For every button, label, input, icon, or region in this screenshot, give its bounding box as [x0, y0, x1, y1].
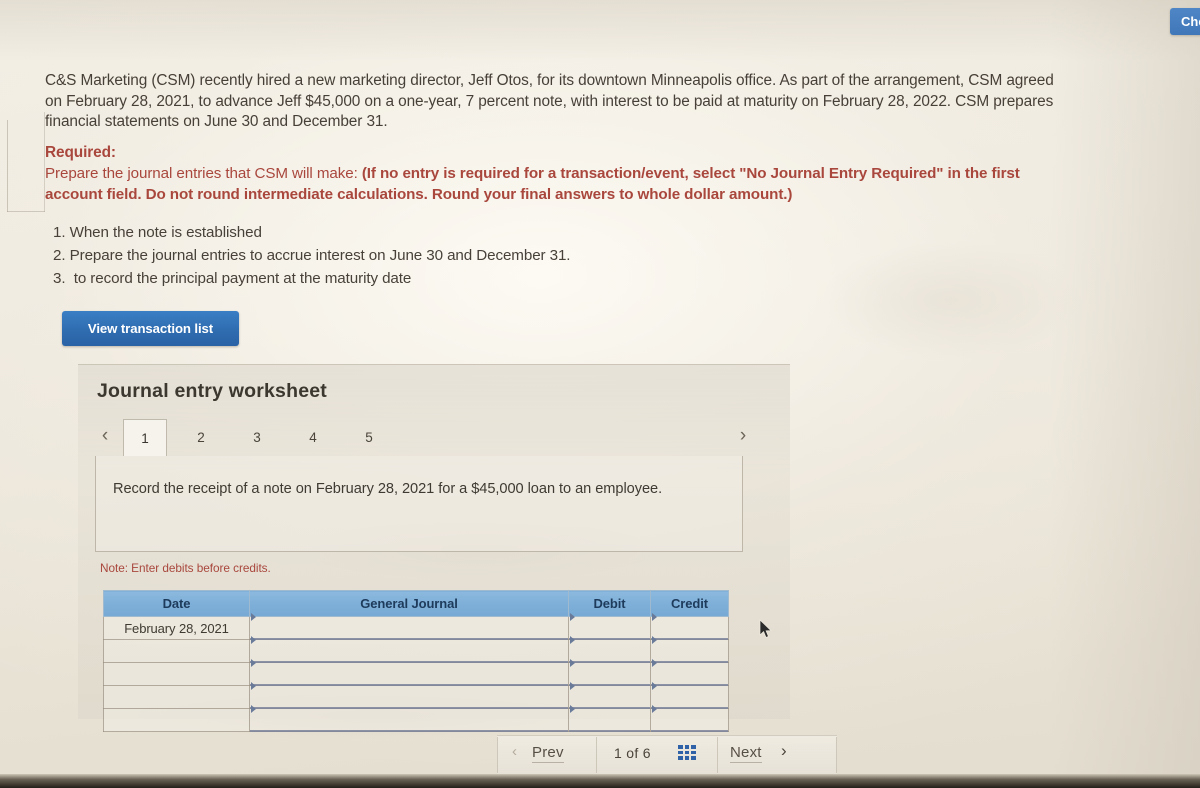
debit-cell[interactable]: [568, 659, 651, 687]
problem-statement: C&S Marketing (CSM) recently hired a new…: [45, 72, 1054, 130]
table-row: February 28, 2021: [103, 613, 729, 641]
tab-prev-arrow-icon[interactable]: ‹: [95, 424, 115, 448]
worksheet-tab-1[interactable]: 1: [123, 419, 167, 456]
table-row: [103, 705, 729, 733]
photo-bottom-edge: [0, 774, 1200, 788]
table-row: [103, 682, 729, 710]
view-transaction-list-button[interactable]: View transaction list: [62, 311, 239, 346]
general-journal-cell[interactable]: [249, 682, 569, 710]
general-journal-cell[interactable]: [249, 636, 569, 664]
required-steps-list: 1. When the note is established 2. Prepa…: [53, 221, 753, 290]
nav-separator: [717, 737, 718, 773]
debits-before-credits-note: Note: Enter debits before credits.: [100, 561, 271, 575]
credit-cell[interactable]: [650, 613, 729, 641]
table-header-row: Date General Journal Debit Credit: [103, 590, 729, 617]
transaction-description-box: [95, 456, 743, 552]
journal-entry-table: Date General Journal Debit Credit Februa…: [103, 590, 729, 733]
date-cell[interactable]: [103, 685, 250, 709]
required-instructions: Prepare the journal entries that CSM wil…: [45, 163, 1080, 205]
column-header-date: Date: [103, 590, 250, 617]
required-block: Required: Prepare the journal entries th…: [45, 142, 1080, 205]
general-journal-cell[interactable]: [249, 705, 569, 733]
transaction-description-text: Record the receipt of a note on February…: [113, 481, 663, 497]
check-my-work-button[interactable]: Check my work: [1170, 8, 1200, 35]
column-header-general-journal: General Journal: [249, 590, 569, 617]
general-journal-cell[interactable]: [249, 659, 569, 687]
date-cell[interactable]: [103, 639, 250, 663]
page-indicator: 1 of 6: [614, 745, 651, 761]
credit-cell[interactable]: [650, 705, 729, 733]
required-step: 2. Prepare the journal entries to accrue…: [53, 247, 571, 264]
table-row: [103, 636, 729, 664]
required-step: 3. to record the principal payment at th…: [53, 270, 412, 287]
debit-cell[interactable]: [568, 613, 651, 641]
required-step: 1. When the note is established: [53, 224, 262, 241]
prev-button[interactable]: Prev: [532, 744, 564, 763]
debit-cell[interactable]: [568, 705, 651, 733]
page-content: Check my work C&S Marketing (CSM) recent…: [0, 0, 1200, 788]
table-row: [103, 659, 729, 687]
debit-cell[interactable]: [568, 636, 651, 664]
next-button[interactable]: Next: [730, 744, 762, 763]
credit-cell[interactable]: [650, 636, 729, 664]
date-cell[interactable]: [103, 662, 250, 686]
worksheet-tab-strip: ‹ 1 2 3 4 5 ›: [95, 419, 757, 456]
nav-separator: [497, 737, 498, 773]
date-cell[interactable]: February 28, 2021: [103, 616, 250, 640]
general-journal-cell[interactable]: [249, 613, 569, 641]
debit-cell[interactable]: [568, 682, 651, 710]
column-header-credit: Credit: [650, 590, 729, 617]
grid-view-icon[interactable]: [678, 745, 696, 760]
column-header-debit: Debit: [568, 590, 651, 617]
required-label: Required:: [45, 144, 116, 161]
nav-separator: [836, 737, 837, 773]
nav-separator: [596, 737, 597, 773]
next-chevron-icon[interactable]: ›: [781, 741, 787, 761]
date-cell[interactable]: [103, 708, 250, 732]
credit-cell[interactable]: [650, 682, 729, 710]
required-intro: Prepare the journal entries that CSM wil…: [45, 165, 362, 182]
worksheet-tab-3[interactable]: 3: [235, 419, 279, 456]
tab-next-arrow-icon[interactable]: ›: [733, 424, 753, 448]
worksheet-tab-4[interactable]: 4: [291, 419, 335, 456]
credit-cell[interactable]: [650, 659, 729, 687]
worksheet-tab-5[interactable]: 5: [347, 419, 391, 456]
worksheet-tab-2[interactable]: 2: [179, 419, 223, 456]
prev-chevron-icon[interactable]: ‹: [512, 743, 517, 760]
worksheet-title: Journal entry worksheet: [97, 380, 328, 402]
